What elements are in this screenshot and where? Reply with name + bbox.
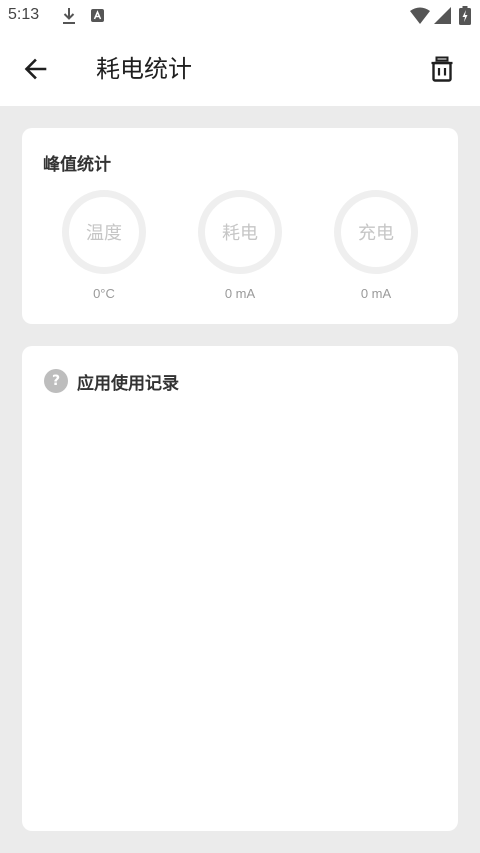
- charging-gauge: 充电 0 mA: [334, 190, 418, 310]
- status-time: 5:13: [8, 6, 40, 23]
- delete-button[interactable]: [422, 49, 462, 89]
- battery-charging-icon: [459, 6, 471, 25]
- power-consumption-gauge-label: 耗电: [222, 223, 258, 244]
- page-title: 耗电统计: [96, 55, 192, 83]
- temperature-gauge: 温度 0°C: [62, 190, 146, 310]
- charging-gauge-ring: 充电: [334, 190, 418, 274]
- trash-icon: [431, 56, 453, 82]
- peak-stats-title: 峰值统计: [43, 155, 111, 175]
- arrow-left-icon: [24, 58, 47, 80]
- app-usage-records-title: 应用使用记录: [77, 374, 179, 394]
- power-consumption-gauge: 耗电 0 mA: [198, 190, 282, 310]
- wifi-icon: [410, 7, 430, 24]
- temperature-gauge-value: 0°C: [93, 286, 115, 301]
- power-consumption-gauge-ring: 耗电: [198, 190, 282, 274]
- charging-gauge-value: 0 mA: [360, 286, 392, 301]
- app-notification-icon: [91, 9, 104, 22]
- temperature-gauge-label: 温度: [86, 223, 122, 244]
- charging-gauge-label: 充电: [358, 223, 394, 244]
- download-icon: [63, 8, 75, 24]
- back-button[interactable]: [16, 49, 56, 89]
- power-consumption-gauge-value: 0 mA: [224, 286, 256, 301]
- help-icon[interactable]: ?: [44, 369, 68, 393]
- signal-icon: [434, 7, 451, 24]
- temperature-gauge-ring: 温度: [62, 190, 146, 274]
- app-bar: 耗电统计: [0, 32, 480, 106]
- peak-stats-card: 峰值统计 温度 0°C 耗电 0 mA 充电 0 mA: [22, 128, 458, 324]
- status-bar: 5:13: [0, 0, 480, 32]
- app-usage-records-card: ? 应用使用记录: [22, 346, 458, 831]
